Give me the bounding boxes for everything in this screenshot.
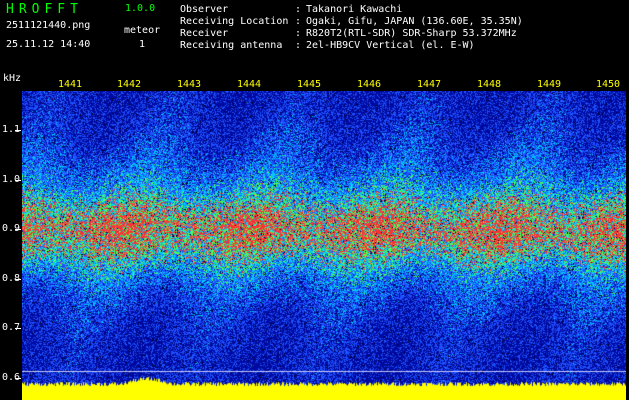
file-name: 2511121440.png — [6, 20, 91, 31]
time-tick-1444: 1444 — [237, 79, 262, 90]
time-tick-1447: 1447 — [417, 79, 442, 90]
time-tick-1449: 1449 — [537, 79, 562, 90]
observer-label: Observer — [180, 4, 229, 15]
antenna-value: 2el-HB9CV Vertical (el. E-W) — [306, 40, 475, 51]
time-tick-1448: 1448 — [477, 79, 502, 90]
observer-separator: : — [295, 4, 302, 15]
meteor-count: 1 — [139, 39, 146, 50]
location-separator: : — [295, 16, 302, 27]
freq-tick-mark — [15, 229, 21, 230]
antenna-separator: : — [295, 40, 302, 51]
antenna-label: Receiving antenna — [180, 40, 283, 51]
time-tick-1446: 1446 — [357, 79, 382, 90]
app-version: 1.0.0 — [125, 3, 156, 14]
time-tick-1443: 1443 — [177, 79, 202, 90]
receiver-separator: : — [295, 28, 302, 39]
freq-tick-mark — [15, 279, 21, 280]
meteor-label: meteor — [124, 25, 161, 36]
app-title: HROFFT — [6, 2, 83, 17]
timestamp: 25.11.12 14:40 — [6, 39, 91, 50]
time-tick-1441: 1441 — [58, 79, 83, 90]
location-label: Receiving Location — [180, 16, 289, 27]
freq-tick-mark — [15, 378, 21, 379]
freq-tick-mark — [15, 130, 21, 131]
location-value: Ogaki, Gifu, JAPAN (136.60E, 35.35N) — [306, 16, 523, 27]
receiver-label: Receiver — [180, 28, 229, 39]
freq-tick-mark — [15, 180, 21, 181]
freq-tick-mark — [15, 328, 21, 329]
hrofft-window: HROFFT 1.0.0 2511121440.png 25.11.12 14:… — [0, 0, 629, 400]
time-tick-1442: 1442 — [117, 79, 142, 90]
time-tick-1450: 1450 — [596, 79, 621, 90]
observer-value: Takanori Kawachi — [306, 4, 403, 15]
time-tick-1445: 1445 — [297, 79, 322, 90]
receiver-value: R820T2(RTL-SDR) SDR-Sharp 53.372MHz — [306, 28, 517, 39]
frequency-unit-label: kHz — [3, 73, 22, 84]
spectrogram-canvas — [22, 91, 626, 400]
